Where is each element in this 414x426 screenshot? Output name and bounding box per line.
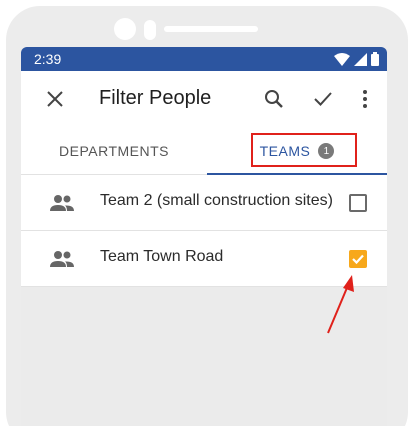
page-title: Filter People — [99, 87, 212, 109]
battery-icon — [371, 52, 379, 66]
check-icon — [314, 92, 332, 106]
close-icon — [47, 91, 63, 107]
checkmark-icon — [352, 254, 364, 265]
tab-departments[interactable]: DEPARTMENTS — [21, 127, 207, 175]
front-camera — [114, 18, 136, 40]
list-item[interactable]: Team 2 (small construction sites) — [21, 175, 387, 231]
screen: 2:39 Filter People DEPARTMENTS TEAMS 1 T… — [21, 47, 387, 426]
people-icon — [50, 195, 74, 211]
apply-button[interactable] — [305, 81, 341, 117]
status-time: 2:39 — [34, 51, 62, 67]
wifi-icon — [334, 52, 350, 66]
search-icon — [265, 90, 283, 108]
status-bar: 2:39 — [21, 47, 387, 71]
phone-sensor — [144, 20, 156, 40]
team-checkbox[interactable] — [349, 194, 367, 212]
status-icons — [334, 52, 379, 66]
more-options-button[interactable] — [347, 81, 383, 117]
people-icon — [50, 251, 74, 267]
team-checkbox[interactable] — [349, 250, 367, 268]
signal-icon — [354, 52, 367, 66]
app-bar: Filter People — [21, 71, 387, 127]
more-vert-icon — [363, 90, 367, 108]
close-button[interactable] — [37, 81, 73, 117]
team-name: Team Town Road — [100, 248, 224, 265]
team-list: Team 2 (small construction sites) Team T… — [21, 175, 387, 287]
phone-speaker — [164, 26, 258, 32]
list-item[interactable]: Team Town Road — [21, 231, 387, 287]
team-name: Team 2 (small construction sites) — [100, 192, 333, 209]
annotation-highlight-box — [251, 133, 357, 167]
search-button[interactable] — [256, 81, 292, 117]
tab-departments-label: DEPARTMENTS — [59, 143, 169, 159]
